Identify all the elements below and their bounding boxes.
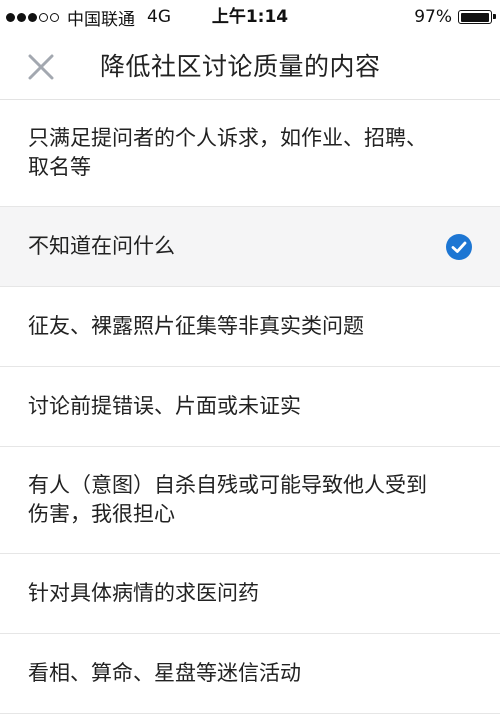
option-fake-question[interactable]: 征友、裸露照片征集等非真实类问题 [0,287,500,367]
close-button[interactable] [22,48,60,86]
check-circle-icon [446,233,472,260]
carrier-name: 中国联通 [67,9,135,30]
status-bar: 中国联通 4G 上午1:14 97% [0,0,500,34]
option-label: 不知道在问什么 [28,234,175,258]
signal-dot [28,12,37,22]
network-type: 4G [147,7,171,27]
battery-cap [493,14,496,19]
battery-fill [460,12,489,22]
option-label: 针对具体病情的求医问药 [28,581,259,605]
page-title: 降低社区讨论质量的内容 [100,52,381,81]
report-reason-list: 只满足提问者的个人诉求，如作业、招聘、取名等 不知道在问什么 征友、裸露照片征集… [0,100,500,714]
status-left: 中国联通 4G [6,6,171,30]
option-label: 讨论前提错误、片面或未证实 [28,394,301,418]
battery-percentage: 97% [414,7,452,27]
battery-icon [458,10,496,24]
option-label: 有人（意图）自杀自残或可能导致他人受到伤害，我很担心 [28,473,427,526]
option-wrong-premise[interactable]: 讨论前提错误、片面或未证实 [0,367,500,447]
option-label: 征友、裸露照片征集等非真实类问题 [28,314,364,338]
option-superstition[interactable]: 看相、算命、星盘等迷信活动 [0,634,500,714]
option-personal-request[interactable]: 只满足提问者的个人诉求，如作业、招聘、取名等 [0,100,500,207]
status-right: 97% [414,6,496,28]
option-label: 只满足提问者的个人诉求，如作业、招聘、取名等 [28,126,427,179]
option-self-harm[interactable]: 有人（意图）自杀自残或可能导致他人受到伤害，我很担心 [0,447,500,554]
signal-strength-icon [6,12,61,22]
option-label: 看相、算命、星盘等迷信活动 [28,661,301,685]
signal-dot [6,12,15,22]
option-unclear-question[interactable]: 不知道在问什么 [0,207,500,287]
nav-bar: 降低社区讨论质量的内容 [0,34,500,100]
close-x-icon [28,54,54,80]
signal-dot [39,12,48,22]
signal-dot [17,12,26,22]
option-medical-advice[interactable]: 针对具体病情的求医问药 [0,554,500,634]
signal-dot [50,12,59,22]
